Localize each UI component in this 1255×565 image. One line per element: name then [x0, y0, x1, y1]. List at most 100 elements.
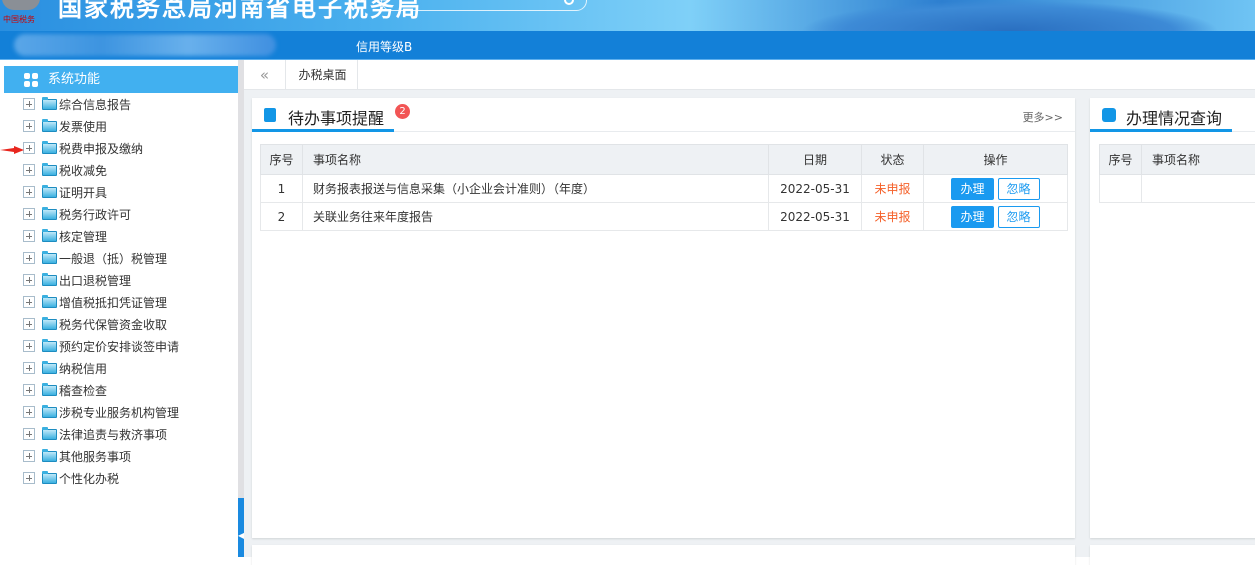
folder-icon — [42, 407, 57, 418]
folder-icon — [42, 209, 57, 220]
lower-panel — [252, 545, 1075, 565]
expand-icon[interactable] — [23, 274, 35, 286]
tabs-scroll-left-button[interactable]: « — [244, 60, 286, 90]
sidebar-title: 系统功能 — [48, 72, 100, 87]
sidebar-item-label: 稽查检查 — [59, 382, 107, 399]
row-date: 2022-05-31 — [769, 175, 862, 203]
sidebar-item-label: 法律追责与救济事项 — [59, 426, 167, 443]
top-nav: 信用等级B — [0, 31, 1255, 59]
folder-icon — [42, 99, 57, 110]
sidebar-item-label: 综合信息报告 — [59, 96, 131, 113]
sidebar-item[interactable]: 预约定价安排谈签申请 — [23, 335, 179, 357]
tax-logo: 中国税务 — [0, 0, 44, 31]
sidebar-item[interactable]: 纳税信用 — [23, 357, 107, 379]
expand-icon[interactable] — [23, 98, 35, 110]
lower-panel-right — [1090, 545, 1255, 565]
query-table: 序号事项名称 — [1099, 144, 1255, 203]
sidebar-item-label: 发票使用 — [59, 118, 107, 135]
col-name: 事项名称 — [303, 145, 769, 175]
expand-icon[interactable] — [23, 318, 35, 330]
ignore-button[interactable]: 忽略 — [998, 178, 1040, 200]
sidebar-item-label: 税收减免 — [59, 162, 107, 179]
expand-icon[interactable] — [23, 384, 35, 396]
expand-icon[interactable] — [23, 164, 35, 176]
sidebar-item[interactable]: 税费申报及缴纳 — [23, 137, 143, 159]
expand-icon[interactable] — [23, 296, 35, 308]
sidebar-header: 系统功能 — [4, 66, 238, 93]
col-no: 序号 — [261, 145, 303, 175]
folder-icon — [42, 253, 57, 264]
folder-icon — [42, 319, 57, 330]
sidebar-item[interactable]: 其他服务事项 — [23, 445, 131, 467]
col-no: 序号 — [1100, 145, 1142, 175]
expand-icon[interactable] — [23, 472, 35, 484]
sidebar-item-label: 证明开具 — [59, 184, 107, 201]
todo-count-badge: 2 — [395, 104, 410, 119]
expand-icon[interactable] — [23, 450, 35, 462]
great-wall-image — [800, 0, 1220, 31]
row-name: 财务报表报送与信息采集（小企业会计准则）（年度） — [303, 175, 769, 203]
sidebar-item-label: 个性化办税 — [59, 470, 119, 487]
expand-icon[interactable] — [23, 142, 35, 154]
folder-icon — [42, 121, 57, 132]
sidebar-item[interactable]: 核定管理 — [23, 225, 107, 247]
expand-icon[interactable] — [23, 362, 35, 374]
folder-icon — [42, 341, 57, 352]
handle-button[interactable]: 办理 — [951, 178, 993, 200]
search-icon[interactable] — [564, 0, 574, 5]
folder-icon — [42, 187, 57, 198]
expand-icon[interactable] — [23, 230, 35, 242]
sidebar-item[interactable]: 法律追责与救济事项 — [23, 423, 167, 445]
header-banner: 中国税务 国家税务总局河南省电子税务局 — [0, 0, 1255, 31]
sidebar-item[interactable]: 综合信息报告 — [23, 93, 131, 115]
query-title: 办理情况查询 — [1126, 105, 1222, 129]
todo-title: 待办事项提醒 — [288, 105, 384, 129]
col-status: 状态 — [862, 145, 924, 175]
sidebar-item[interactable]: 证明开具 — [23, 181, 107, 203]
credit-level: 信用等级B — [356, 38, 412, 55]
folder-icon — [42, 165, 57, 176]
sidebar-item[interactable]: 稽查检查 — [23, 379, 107, 401]
folder-icon — [42, 275, 57, 286]
sidebar-item[interactable]: 税务行政许可 — [23, 203, 131, 225]
ignore-button[interactable]: 忽略 — [998, 206, 1040, 228]
folder-icon — [42, 231, 57, 242]
tab-bar: « 办税桌面 — [244, 60, 1255, 90]
search-input[interactable] — [381, 0, 587, 11]
folder-icon — [42, 385, 57, 396]
expand-icon[interactable] — [23, 428, 35, 440]
todo-panel: 待办事项提醒 2 更多>> 序号 事项名称 日期 状态 操作 1 财务报表报送与… — [252, 98, 1075, 538]
sidebar-item-label: 出口退税管理 — [59, 272, 131, 289]
sidebar-item-label: 增值税抵扣凭证管理 — [59, 294, 167, 311]
expand-icon[interactable] — [23, 120, 35, 132]
sidebar-item[interactable]: 个性化办税 — [23, 467, 119, 489]
sidebar-item[interactable]: 税收减免 — [23, 159, 107, 181]
content-area: 待办事项提醒 2 更多>> 序号 事项名称 日期 状态 操作 1 财务报表报送与… — [244, 90, 1255, 557]
expand-icon[interactable] — [23, 208, 35, 220]
sidebar-item[interactable]: 出口退税管理 — [23, 269, 131, 291]
row-name: 关联业务往来年度报告 — [303, 203, 769, 231]
grid-icon — [24, 73, 38, 87]
sidebar-item[interactable]: 一般退（抵）税管理 — [23, 247, 167, 269]
sidebar-item-label: 核定管理 — [59, 228, 107, 245]
calendar-icon — [264, 108, 276, 122]
sidebar-item-label: 税务代保管资金收取 — [59, 316, 167, 333]
row-date: 2022-05-31 — [769, 203, 862, 231]
folder-icon — [42, 451, 57, 462]
handle-button[interactable]: 办理 — [951, 206, 993, 228]
sidebar-item[interactable]: 发票使用 — [23, 115, 107, 137]
sidebar-item[interactable]: 增值税抵扣凭证管理 — [23, 291, 167, 313]
expand-icon[interactable] — [23, 186, 35, 198]
expand-icon[interactable] — [23, 252, 35, 264]
sidebar: 系统功能 综合信息报告发票使用税费申报及缴纳税收减免证明开具税务行政许可核定管理… — [0, 60, 238, 557]
expand-icon[interactable] — [23, 340, 35, 352]
tab-desktop[interactable]: 办税桌面 — [288, 60, 358, 90]
folder-icon — [42, 143, 57, 154]
expand-icon[interactable] — [23, 406, 35, 418]
sidebar-item[interactable]: 税务代保管资金收取 — [23, 313, 167, 335]
sidebar-item[interactable]: 涉税专业服务机构管理 — [23, 401, 179, 423]
more-link[interactable]: 更多>> — [1023, 109, 1063, 125]
folder-icon — [42, 363, 57, 374]
query-panel: 办理情况查询 序号事项名称 — [1090, 98, 1255, 538]
sidebar-item-label: 税务行政许可 — [59, 206, 131, 223]
